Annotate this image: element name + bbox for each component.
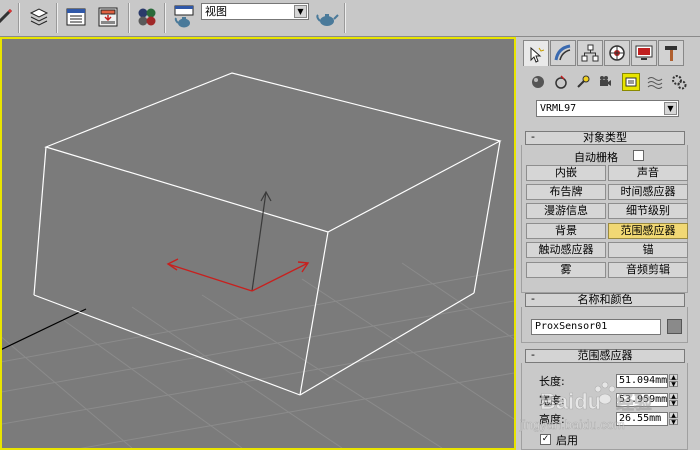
object-color-swatch[interactable] bbox=[667, 319, 682, 334]
toolbar-separator bbox=[56, 3, 58, 33]
chevron-down-icon: ▼ bbox=[664, 102, 677, 115]
chevron-down-icon: ▼ bbox=[294, 5, 307, 18]
view-dropdown[interactable]: 视图 ▼ bbox=[201, 3, 309, 20]
track-view-icon[interactable] bbox=[64, 5, 88, 29]
view-dropdown-value: 视图 bbox=[205, 5, 227, 18]
length-spinner[interactable]: ▲ ▼ bbox=[669, 374, 678, 388]
prox-sensor-box[interactable] bbox=[33, 72, 502, 396]
modify-bend-icon bbox=[554, 44, 571, 61]
object-name-input[interactable]: ProxSensor01 bbox=[531, 319, 661, 335]
perspective-viewport[interactable] bbox=[0, 37, 516, 450]
anchor-button[interactable]: 锚 bbox=[608, 242, 688, 258]
enabled-label: 启用 bbox=[556, 434, 578, 447]
motion-wheel-icon bbox=[609, 45, 625, 61]
viewport-scene bbox=[2, 72, 514, 448]
modify-tab[interactable] bbox=[550, 40, 576, 66]
fog-button[interactable]: 雾 bbox=[526, 262, 606, 278]
audio-clip-button[interactable]: 音频剪辑 bbox=[608, 262, 688, 278]
motion-tab[interactable] bbox=[604, 40, 630, 66]
proximity-sensor-button[interactable]: 范围感应器 bbox=[608, 223, 688, 239]
length-label: 长度: bbox=[539, 375, 565, 388]
autogrid-label: 自动栅格 bbox=[574, 151, 618, 164]
length-input[interactable]: 51.094mm bbox=[616, 374, 668, 388]
object-type-rollout-header[interactable]: - 对象类型 bbox=[525, 130, 685, 145]
utilities-hammer-icon bbox=[665, 46, 677, 61]
systems-gears-icon[interactable] bbox=[670, 73, 688, 91]
time-sensor-button[interactable]: 时间感应器 bbox=[608, 184, 688, 200]
material-editor-icon[interactable] bbox=[135, 5, 159, 29]
category-dropdown-value: VRML97 bbox=[540, 103, 577, 114]
render-setup-icon[interactable] bbox=[172, 5, 196, 29]
billboard-button[interactable]: 布告牌 bbox=[526, 184, 606, 200]
toolbar-separator bbox=[18, 3, 20, 33]
background-button[interactable]: 背景 bbox=[526, 223, 606, 239]
command-panel: VRML97 ▼ - 对象类型 自动栅格 内嵌 声音 布告牌 时间感应器 漫游信… bbox=[519, 37, 700, 450]
helpers-icon[interactable] bbox=[622, 73, 640, 91]
category-dropdown[interactable]: VRML97 ▼ bbox=[536, 100, 679, 117]
create-tab[interactable] bbox=[523, 40, 549, 66]
width-spinner[interactable]: ▲ ▼ bbox=[669, 393, 678, 407]
shapes-icon[interactable] bbox=[552, 73, 570, 91]
toolbar-separator bbox=[344, 3, 346, 33]
space-warps-icon[interactable] bbox=[646, 73, 664, 91]
width-input[interactable]: 53.959mm bbox=[616, 393, 668, 407]
world-axis-line bbox=[2, 308, 87, 350]
main-toolbar: 视图 ▼ bbox=[0, 0, 700, 37]
height-input[interactable]: 26.55mm bbox=[616, 412, 668, 426]
builtin-button[interactable]: 内嵌 bbox=[526, 165, 606, 181]
hierarchy-tab[interactable] bbox=[577, 40, 603, 66]
display-monitor-icon bbox=[635, 45, 653, 60]
toolbar-separator bbox=[128, 3, 130, 33]
prox-sensor-title: 范围感应器 bbox=[577, 349, 633, 362]
name-color-rollout-header[interactable]: - 名称和颜色 bbox=[525, 292, 685, 307]
autogrid-checkbox[interactable] bbox=[633, 150, 644, 161]
navinfo-button[interactable]: 漫游信息 bbox=[526, 203, 606, 219]
touch-sensor-button[interactable]: 触动感应器 bbox=[526, 242, 606, 258]
layers-icon[interactable] bbox=[27, 5, 51, 29]
transform-gizmo[interactable] bbox=[166, 190, 310, 292]
object-type-title: 对象类型 bbox=[583, 131, 627, 144]
utilities-tab[interactable] bbox=[658, 40, 684, 66]
create-cursor-icon bbox=[530, 46, 545, 63]
sound-button[interactable]: 声音 bbox=[608, 165, 688, 181]
toolbar-separator bbox=[164, 3, 166, 33]
display-tab[interactable] bbox=[631, 40, 657, 66]
quick-render-icon[interactable] bbox=[315, 5, 339, 29]
width-label: 宽度: bbox=[539, 394, 565, 407]
hierarchy-icon bbox=[581, 44, 599, 62]
lod-button[interactable]: 细节级别 bbox=[608, 203, 688, 219]
name-color-title: 名称和颜色 bbox=[577, 293, 633, 306]
schematic-view-icon[interactable] bbox=[96, 5, 120, 29]
viewport-grid bbox=[2, 262, 514, 448]
cameras-icon[interactable] bbox=[596, 73, 614, 91]
prox-sensor-rollout-header[interactable]: - 范围感应器 bbox=[525, 348, 685, 363]
enabled-checkbox[interactable]: ✓ bbox=[540, 434, 551, 445]
height-spinner[interactable]: ▲ ▼ bbox=[669, 412, 678, 426]
pencil-icon[interactable] bbox=[0, 5, 16, 29]
lights-icon[interactable] bbox=[574, 73, 592, 91]
geometry-sphere-icon[interactable] bbox=[529, 73, 547, 91]
height-label: 高度: bbox=[539, 413, 565, 426]
